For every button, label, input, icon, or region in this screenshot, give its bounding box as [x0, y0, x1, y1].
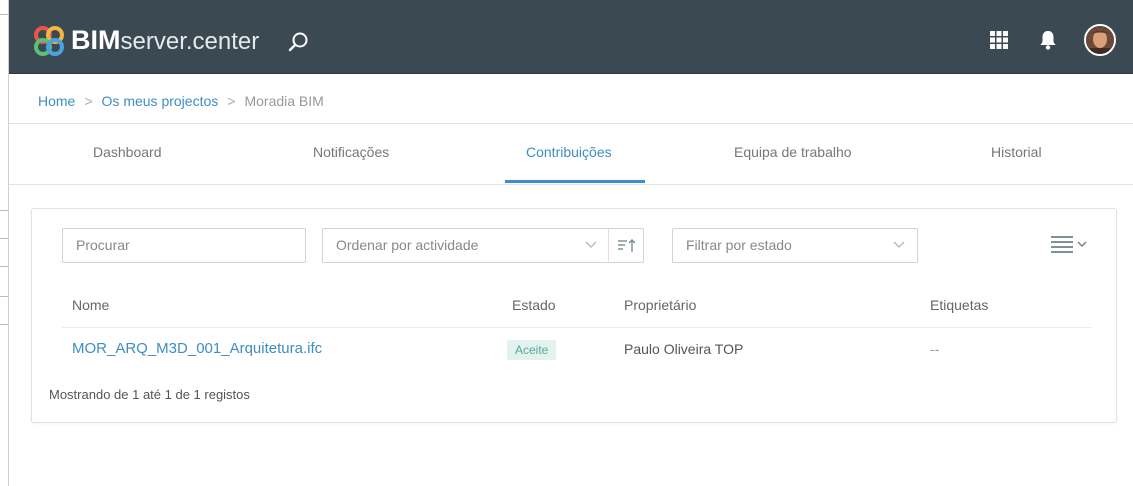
tab-notificacoes[interactable]: Notificações — [313, 144, 389, 160]
bell-icon[interactable] — [1038, 29, 1058, 51]
column-header-proprietario[interactable]: Proprietário — [624, 297, 696, 313]
apps-grid-icon[interactable] — [990, 31, 1008, 49]
column-header-etiquetas[interactable]: Etiquetas — [930, 297, 988, 313]
user-avatar[interactable] — [1084, 24, 1116, 56]
divider — [9, 184, 1133, 185]
column-header-estado[interactable]: Estado — [512, 297, 556, 313]
search-field[interactable] — [62, 228, 306, 263]
breadcrumb-home-link[interactable]: Home — [38, 93, 75, 109]
chevron-down-icon — [893, 241, 905, 248]
top-navigation-bar: BIMserver.center — [9, 0, 1133, 74]
status-badge: Aceite — [507, 340, 557, 360]
tab-dashboard[interactable]: Dashboard — [93, 144, 162, 160]
records-count-text: Mostrando de 1 até 1 de 1 registos — [49, 387, 250, 402]
owner-cell: Paulo Oliveira TOP — [624, 341, 744, 357]
tab-bar: Dashboard Notificações Contribuições Equ… — [9, 124, 1133, 185]
file-name-cell: MOR_ARQ_M3D_001_Arquitetura.ifc — [72, 340, 322, 357]
status-filter-select[interactable]: Filtrar por estado — [672, 228, 918, 263]
breadcrumb-separator: > — [84, 93, 93, 109]
table-header-divider — [62, 327, 1092, 328]
sort-select[interactable]: Ordenar por actividade — [322, 228, 609, 263]
tab-historial[interactable]: Historial — [991, 144, 1042, 160]
active-tab-indicator — [505, 180, 645, 183]
file-name-link[interactable]: MOR_ARQ_M3D_001_Arquitetura.ifc — [72, 340, 322, 357]
brand-name: BIMserver.center — [71, 25, 260, 55]
breadcrumb: Home > Os meus projectos > Moradia BIM — [38, 92, 324, 110]
tab-equipa-de-trabalho[interactable]: Equipa de trabalho — [734, 144, 852, 160]
chevron-down-icon — [585, 241, 597, 248]
tags-cell: -- — [930, 341, 940, 357]
list-view-menu-icon[interactable] — [1051, 235, 1091, 253]
brand-logo[interactable]: BIMserver.center — [33, 24, 259, 58]
sort-direction-button[interactable] — [608, 228, 644, 263]
sort-ascending-icon — [618, 239, 636, 252]
breadcrumb-current: Moradia BIM — [244, 93, 324, 109]
contributions-panel: Ordenar por actividade Filtrar por estad… — [31, 208, 1117, 423]
tab-contribuicoes[interactable]: Contribuições — [526, 144, 612, 160]
breadcrumb-projects-link[interactable]: Os meus projectos — [102, 93, 219, 109]
status-filter-value: Filtrar por estado — [686, 237, 792, 253]
search-icon[interactable] — [287, 30, 311, 54]
breadcrumb-separator: > — [227, 93, 236, 109]
window-left-edge — [0, 0, 9, 486]
bimserver-logo-icon — [34, 26, 64, 56]
sort-select-value: Ordenar por actividade — [336, 237, 479, 253]
column-header-nome[interactable]: Nome — [72, 297, 109, 313]
search-input[interactable] — [76, 230, 305, 261]
